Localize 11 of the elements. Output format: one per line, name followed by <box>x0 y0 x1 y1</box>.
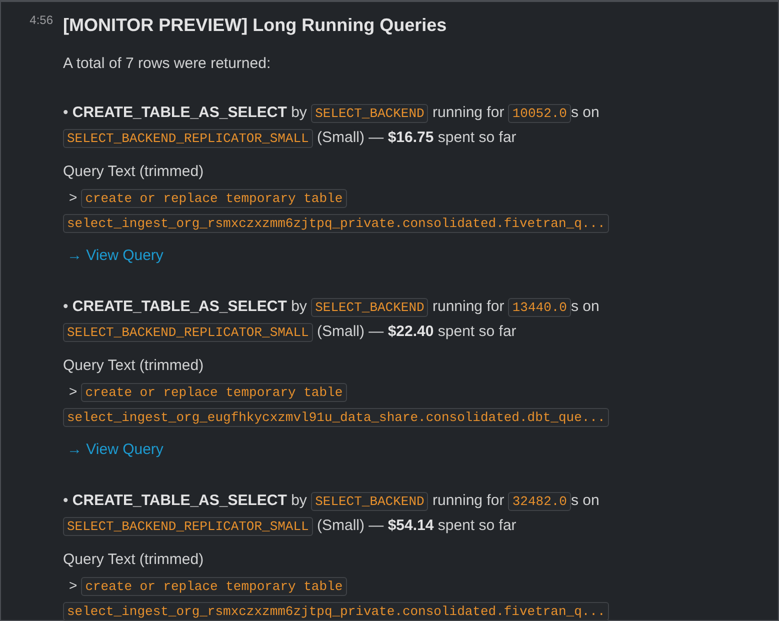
query-text-label: Query Text (trimmed) <box>63 162 205 182</box>
intro-text: A total of 7 rows were returned: <box>63 54 272 74</box>
query-text-label: Query Text (trimmed) <box>63 550 205 570</box>
query-text-label: Query Text (trimmed) <box>63 356 205 376</box>
view-query-link[interactable]: → View Query <box>67 439 164 461</box>
message-timestamp[interactable]: 4:56 <box>30 12 53 28</box>
query-summary: • CREATE_TABLE_AS_SELECT by SELECT_BACKEND running for 13440.0 s on SELECT_BACKEND_REPLICATOR_SMALL (Small) — $22.40 spent so far <box>63 297 600 344</box>
view-query-link[interactable]: → View Query <box>67 245 164 267</box>
message-title: [MONITOR PREVIEW] Long Running Queries <box>63 14 448 37</box>
query-summary: • CREATE_TABLE_AS_SELECT by SELECT_BACKEND running for 10052.0 s on SELECT_BACKEND_REPLICATOR_SMALL (Small) — $16.75 spent so far <box>63 103 600 150</box>
query-summary: • CREATE_TABLE_AS_SELECT by SELECT_BACKEND running for 32482.0 s on SELECT_BACKEND_REPLICATOR_SMALL (Small) — $54.14 spent so far <box>63 491 600 538</box>
